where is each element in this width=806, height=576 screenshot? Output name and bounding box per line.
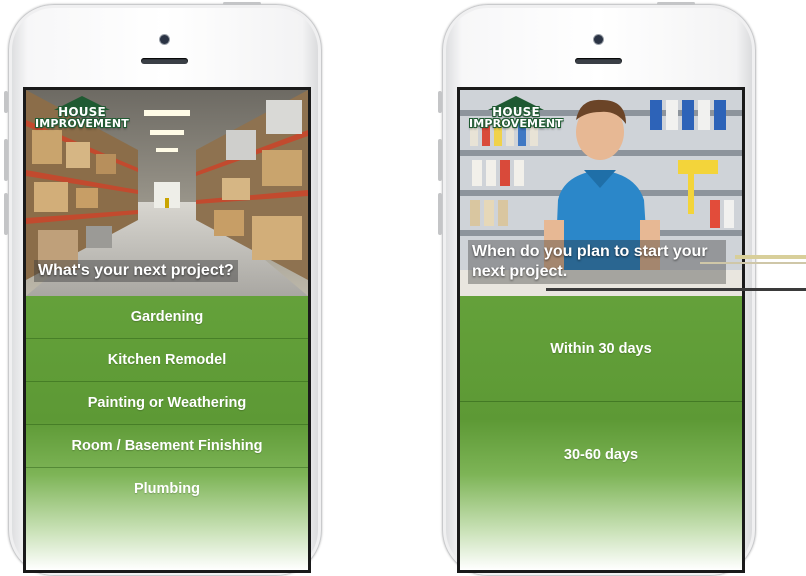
phone-left: HOUSE IMPROVEMENT What's your next proje… xyxy=(4,2,322,576)
screen-project-select: HOUSE IMPROVEMENT What's your next proje… xyxy=(23,87,311,573)
front-camera xyxy=(594,35,603,44)
hero-caption: When do you plan to start your next proj… xyxy=(468,240,726,284)
image-glitch-streak xyxy=(546,288,806,291)
earpiece-speaker xyxy=(141,58,188,64)
power-button xyxy=(223,2,261,5)
hero-store-clerk-image: HOUSE IMPROVEMENT When do you plan to st… xyxy=(460,90,742,296)
screen-timing-select: HOUSE IMPROVEMENT When do you plan to st… xyxy=(457,87,745,573)
logo-line-improvement: IMPROVEMENT xyxy=(34,117,130,130)
project-option-plumbing[interactable]: Plumbing xyxy=(26,468,308,510)
project-option-gardening[interactable]: Gardening xyxy=(26,296,308,339)
volume-down-button xyxy=(438,193,442,235)
image-glitch-streak xyxy=(700,262,806,264)
timing-option-30-60-days[interactable]: 30-60 days xyxy=(460,402,742,507)
project-option-room-basement[interactable]: Room / Basement Finishing xyxy=(26,425,308,468)
hero-warehouse-image: HOUSE IMPROVEMENT What's your next proje… xyxy=(26,90,308,296)
logo-line-improvement: IMPROVEMENT xyxy=(468,117,564,130)
image-glitch-streak xyxy=(735,255,806,259)
mute-switch xyxy=(4,91,8,113)
house-improvement-logo: HOUSE IMPROVEMENT xyxy=(32,96,132,132)
earpiece-speaker xyxy=(575,58,622,64)
project-option-kitchen-remodel[interactable]: Kitchen Remodel xyxy=(26,339,308,382)
volume-up-button xyxy=(438,139,442,181)
power-button xyxy=(657,2,695,5)
hero-caption: What's your next project? xyxy=(34,260,238,282)
timing-option-within-30-days[interactable]: Within 30 days xyxy=(460,296,742,402)
project-menu: Gardening Kitchen Remodel Painting or We… xyxy=(26,296,308,570)
house-improvement-logo: HOUSE IMPROVEMENT xyxy=(466,96,566,132)
timing-menu: Within 30 days 30-60 days xyxy=(460,296,742,570)
front-camera xyxy=(160,35,169,44)
project-option-painting[interactable]: Painting or Weathering xyxy=(26,382,308,425)
volume-down-button xyxy=(4,193,8,235)
volume-up-button xyxy=(4,139,8,181)
mute-switch xyxy=(438,91,442,113)
